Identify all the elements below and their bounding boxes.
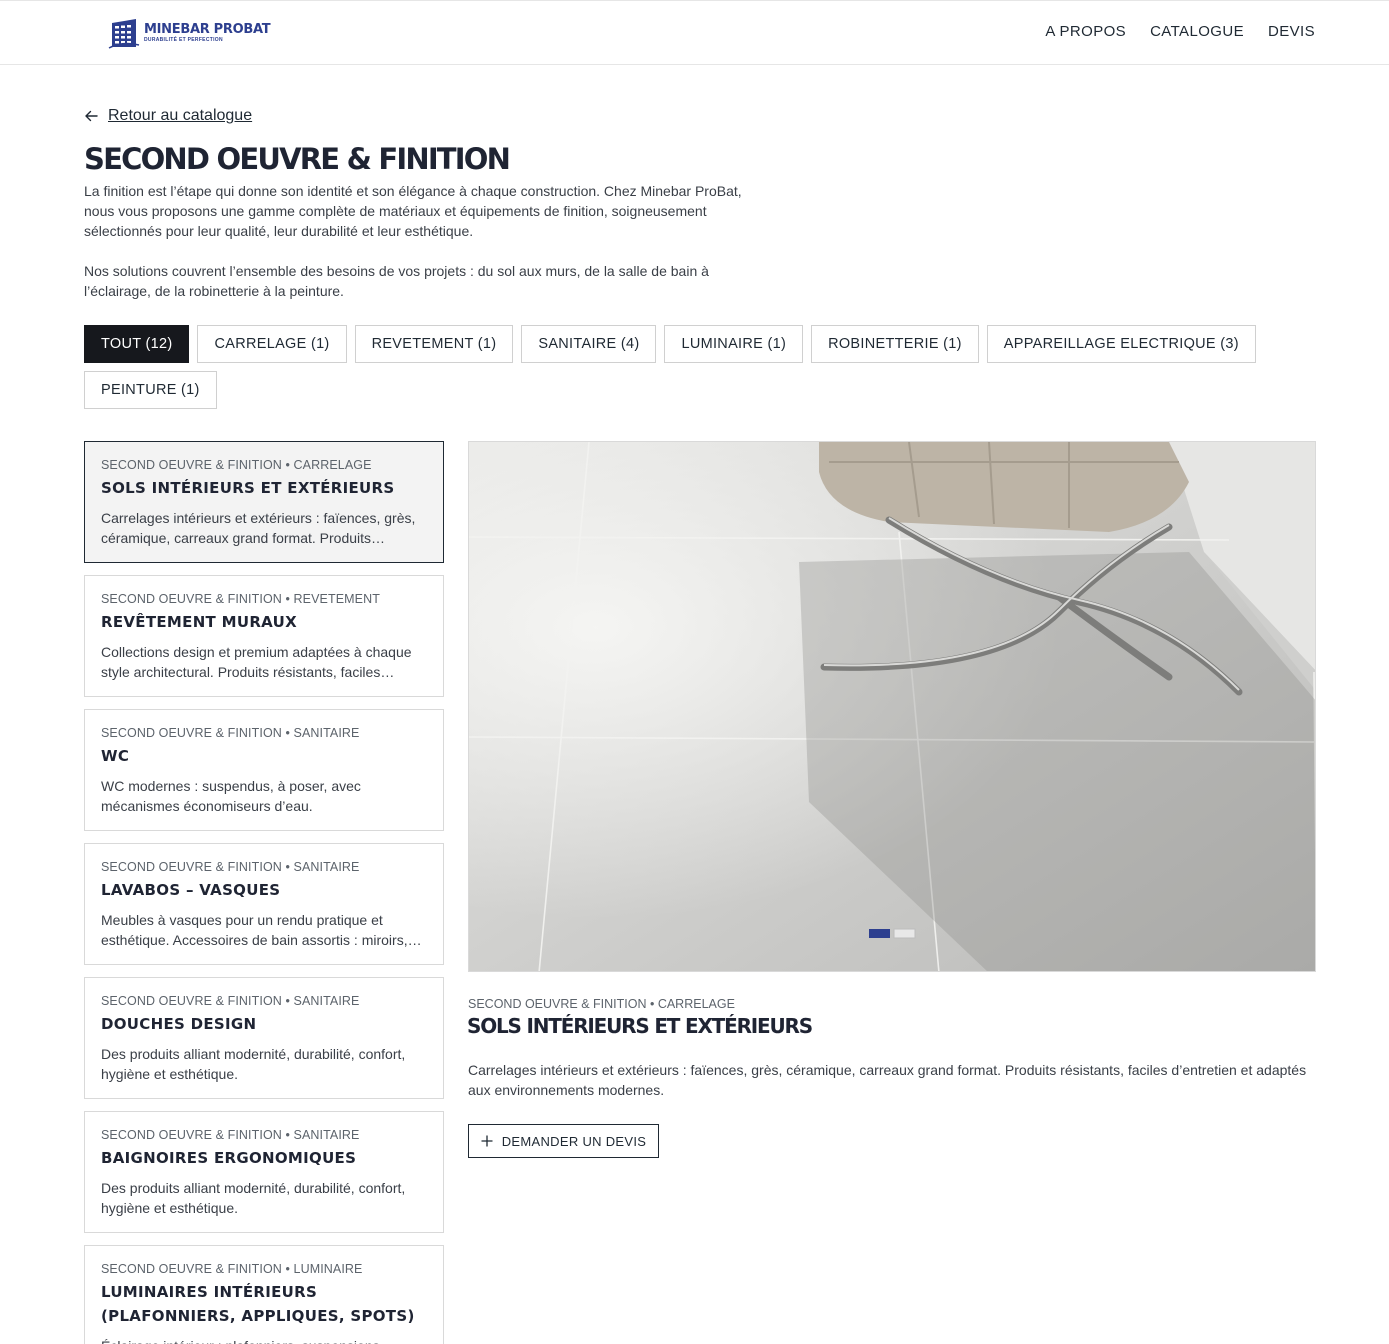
product-title: BAIGNOIRES ERGONOMIQUES bbox=[101, 1149, 357, 1167]
carousel-dot-1[interactable] bbox=[869, 929, 890, 938]
filter-robinetterie[interactable]: ROBINETTERIE (1) bbox=[811, 325, 979, 363]
site-header: MINEBAR PROBAT DURABILITÉ ET PERFECTION … bbox=[0, 0, 1389, 65]
category-filters: TOUT (12) CARRELAGE (1) REVETEMENT (1) S… bbox=[84, 325, 1324, 409]
product-card[interactable]: SECOND OEUVRE & FINITION • CARRELAGE SOL… bbox=[84, 441, 444, 563]
nav-catalogue[interactable]: CATALOGUE bbox=[1150, 23, 1244, 40]
filter-appareillage-electrique[interactable]: APPAREILLAGE ELECTRIQUE (3) bbox=[986, 325, 1256, 363]
product-category: SECOND OEUVRE & FINITION • SANITAIRE bbox=[101, 994, 360, 1008]
product-description: Des produits alliant modernité, durabili… bbox=[101, 1046, 406, 1082]
product-card[interactable]: SECOND OEUVRE & FINITION • SANITAIRE DOU… bbox=[84, 977, 444, 1099]
product-card[interactable]: SECOND OEUVRE & FINITION • REVETEMENT RE… bbox=[84, 575, 444, 697]
product-image bbox=[469, 442, 1315, 971]
arrow-left-icon bbox=[85, 110, 98, 122]
detail-description: Carrelages intérieurs et extérieurs : fa… bbox=[468, 1062, 1307, 1098]
filter-luminaire[interactable]: LUMINAIRE (1) bbox=[664, 325, 804, 363]
back-to-catalogue[interactable]: Retour au catalogue bbox=[84, 107, 252, 125]
product-category: SECOND OEUVRE & FINITION • SANITAIRE bbox=[101, 1128, 360, 1142]
back-link[interactable]: Retour au catalogue bbox=[108, 107, 252, 125]
product-category: SECOND OEUVRE & FINITION • CARRELAGE bbox=[101, 458, 372, 472]
product-card[interactable]: SECOND OEUVRE & FINITION • LUMINAIRE LUM… bbox=[84, 1245, 444, 1344]
logo-tagline: DURABILITÉ ET PERFECTION bbox=[144, 37, 223, 43]
product-card[interactable]: SECOND OEUVRE & FINITION • SANITAIRE LAV… bbox=[84, 843, 444, 965]
filter-carrelage[interactable]: CARRELAGE (1) bbox=[197, 325, 347, 363]
product-title: LAVABOS – VASQUES bbox=[101, 881, 281, 899]
product-description: Carrelages intérieurs et extérieurs : fa… bbox=[101, 510, 416, 546]
carousel-dot-2[interactable] bbox=[893, 928, 916, 939]
detail-category: SECOND OEUVRE & FINITION • CARRELAGE bbox=[468, 997, 735, 1011]
detail-title: SOLS INTÉRIEURS ET EXTÉRIEURS bbox=[467, 1014, 813, 1038]
logo-building-icon bbox=[108, 19, 140, 49]
product-description: Meubles à vasques pour un rendu pratique… bbox=[101, 912, 422, 948]
product-title: DOUCHES DESIGN bbox=[101, 1015, 257, 1033]
product-title: WC bbox=[101, 747, 130, 765]
product-title: REVÊTEMENT MURAUX bbox=[101, 613, 297, 631]
page-intro: La finition est l’étape qui donne son id… bbox=[84, 181, 754, 301]
filter-peinture[interactable]: PEINTURE (1) bbox=[84, 371, 217, 409]
request-quote-label: DEMANDER UN DEVIS bbox=[501, 1133, 647, 1149]
product-description: WC modernes : suspendus, à poser, avec m… bbox=[101, 778, 361, 814]
product-category: SECOND OEUVRE & FINITION • SANITAIRE bbox=[101, 860, 360, 874]
page-title: SECOND OEUVRE & FINITION bbox=[84, 142, 511, 176]
filter-revetement[interactable]: REVETEMENT (1) bbox=[354, 325, 514, 363]
product-description: Éclairage intérieur : plafonniers, suspe… bbox=[101, 1336, 427, 1344]
product-title: LUMINAIRES INTÉRIEURS (PLAFONNIERS, APPL… bbox=[101, 1283, 415, 1325]
logo[interactable]: MINEBAR PROBAT DURABILITÉ ET PERFECTION bbox=[108, 17, 271, 49]
nav-devis[interactable]: DEVIS bbox=[1268, 23, 1315, 40]
plus-icon bbox=[481, 1135, 493, 1147]
logo-name: MINEBAR PROBAT bbox=[144, 22, 271, 37]
request-quote-button[interactable]: DEMANDER UN DEVIS bbox=[468, 1124, 659, 1158]
product-image-carousel[interactable] bbox=[468, 441, 1316, 972]
filter-tout[interactable]: TOUT (12) bbox=[84, 325, 190, 363]
product-description: Collections design et premium adaptées à… bbox=[101, 644, 412, 680]
product-category: SECOND OEUVRE & FINITION • REVETEMENT bbox=[101, 592, 380, 606]
product-description: Des produits alliant modernité, durabili… bbox=[101, 1180, 406, 1216]
intro-paragraph-1: La finition est l’étape qui donne son id… bbox=[84, 183, 742, 239]
product-card[interactable]: SECOND OEUVRE & FINITION • SANITAIRE BAI… bbox=[84, 1111, 444, 1233]
nav-a-propos[interactable]: A PROPOS bbox=[1045, 23, 1126, 40]
product-card[interactable]: SECOND OEUVRE & FINITION • SANITAIRE WC … bbox=[84, 709, 444, 831]
product-title: SOLS INTÉRIEURS ET EXTÉRIEURS bbox=[101, 479, 395, 497]
product-category: SECOND OEUVRE & FINITION • LUMINAIRE bbox=[101, 1262, 363, 1276]
filter-sanitaire[interactable]: SANITAIRE (4) bbox=[521, 325, 657, 363]
main-nav: A PROPOS CATALOGUE DEVIS bbox=[1045, 23, 1315, 40]
product-category: SECOND OEUVRE & FINITION • SANITAIRE bbox=[101, 726, 360, 740]
intro-paragraph-2: Nos solutions couvrent l’ensemble des be… bbox=[84, 263, 709, 299]
product-list: SECOND OEUVRE & FINITION • CARRELAGE SOL… bbox=[84, 441, 444, 1344]
